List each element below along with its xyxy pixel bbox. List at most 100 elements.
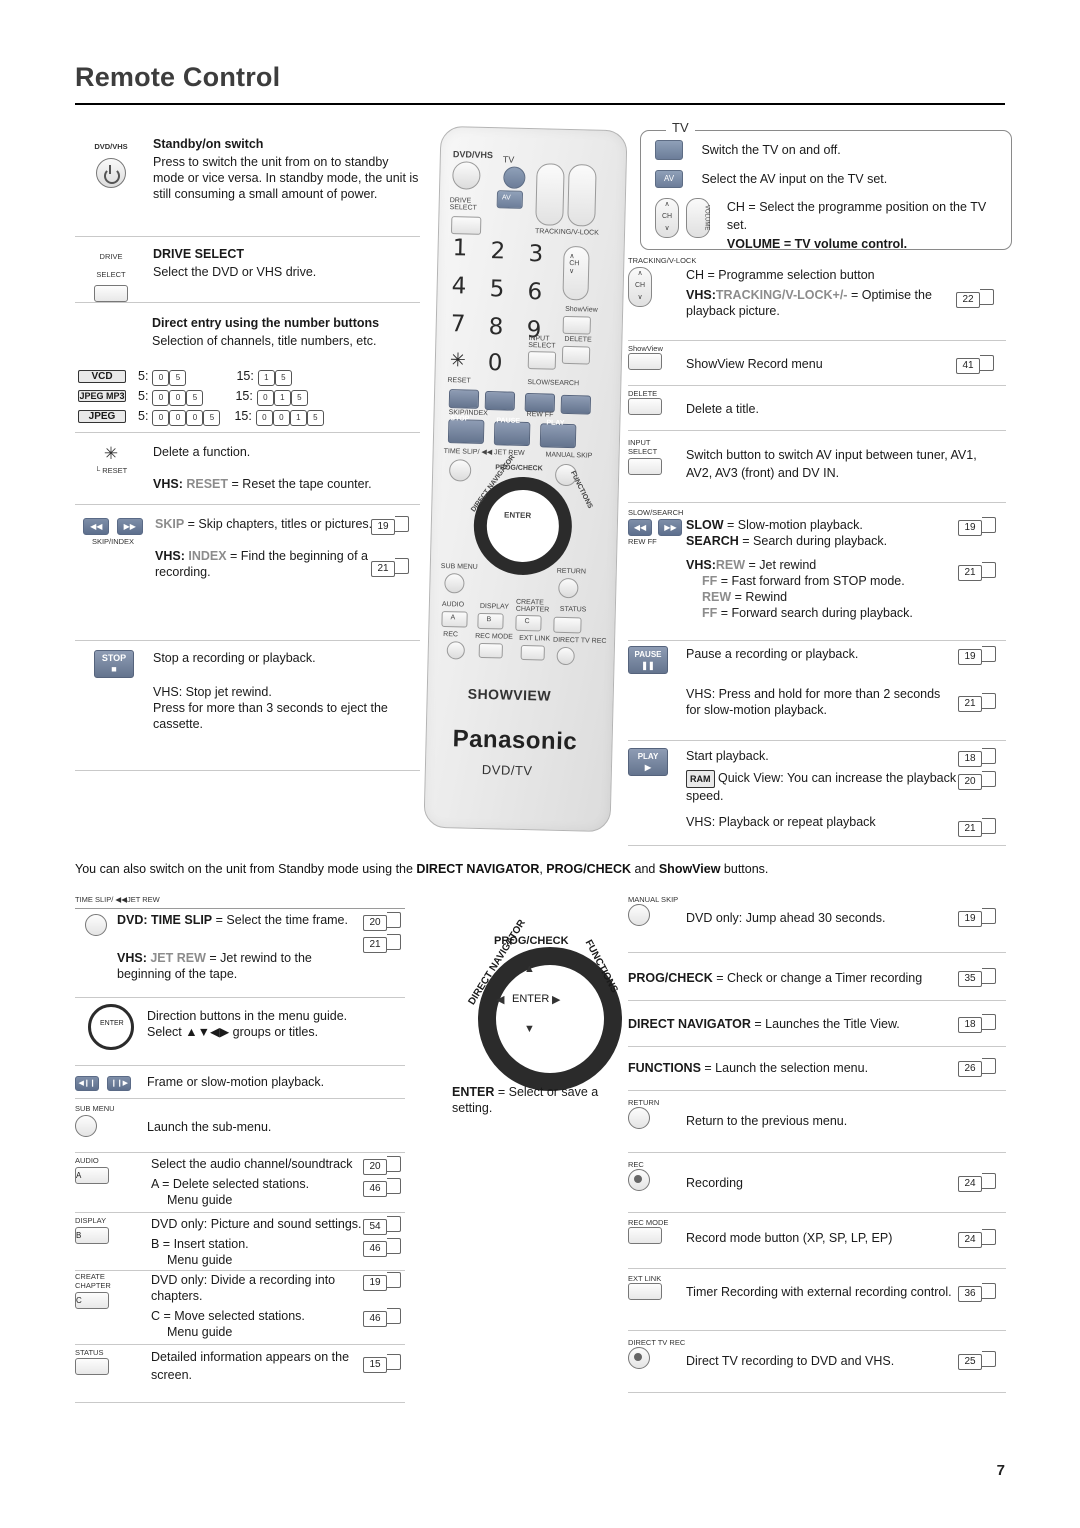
ex3-left-label: 5: [138, 409, 149, 423]
right-play-row: PLAY ▶ Start playback. RAM Quick View: Yo… [628, 748, 1006, 837]
skip-page-ref: 19 [371, 516, 409, 535]
remote-stop-button [447, 419, 485, 444]
left-drive-select-row: DRIVE SELECT DRIVE SELECT Select the DVD… [75, 246, 420, 302]
note-part-4: buttons. [720, 862, 769, 876]
vhs-reset-key: RESET [186, 477, 229, 491]
remote-drive-select-button [450, 216, 482, 235]
note-bold-3: ShowView [658, 862, 721, 876]
volume-rocker-icon: VOLUME [686, 198, 711, 238]
rec-icon-label: REC [628, 1160, 644, 1169]
ff2-key: FF [702, 606, 718, 620]
rew-rest: = Rewind [731, 590, 788, 604]
direction-pad-icon: ENTER [88, 1004, 134, 1050]
ex3-left-digits: 0005 [152, 407, 221, 426]
remote-showview-label: ShowView [565, 305, 598, 314]
play-ram-page-ref: 20 [958, 771, 996, 790]
play-ram-text: Quick View: You can increase the playbac… [686, 771, 957, 803]
remote-drive-select-label: DRIVE SELECT [449, 197, 477, 212]
status-text: Detailed information appears on the scre… [151, 1350, 350, 1382]
remote-status-label: STATUS [559, 605, 587, 614]
remote-av-label: AV [501, 194, 511, 202]
tv-section-title: TV [666, 120, 695, 135]
ram-tag: RAM [686, 770, 715, 788]
audio-page-ref: 20 [363, 1156, 401, 1175]
bottom-create-chapter-row: CREATE CHAPTER C DVD only: Divide a reco… [75, 1272, 405, 1340]
tv-av-row: AV Select the AV input on the TV set. [655, 170, 1000, 188]
rec-mode-text: Record mode button (XP, SP, LP, EP) [686, 1231, 893, 1245]
index-rest: = Find the beginning of a recording. [155, 549, 368, 579]
frame-text: Frame or slow-motion playback. [147, 1074, 325, 1089]
remote-enter-label: ENTER [504, 510, 532, 521]
delete-text: Delete a title. [686, 402, 759, 416]
manual-skip-text: DVD only: Jump ahead 30 seconds. [686, 910, 886, 925]
tv-power-icon [655, 140, 683, 160]
functions-text: = Launch the selection menu. [700, 1060, 869, 1075]
remote-skip-fwd [484, 390, 516, 411]
showview-page-ref: 41 [956, 354, 994, 374]
skip-rest: = Skip chapters, titles or pictures. [184, 517, 373, 531]
remote-rew [524, 392, 556, 413]
display-page-ref-2: 46 [363, 1238, 401, 1257]
remote-dvdvhs-label: DVD/VHS [452, 149, 494, 161]
divider [628, 1090, 1006, 1091]
bottom-display-row: DISPLAY B DVD only: Picture and sound se… [75, 1216, 405, 1268]
ff-rest: = Fast forward from STOP mode. [717, 574, 905, 588]
divider [628, 430, 1006, 431]
divider [628, 1268, 1006, 1269]
time-slip-text: = Select the time frame. [212, 913, 348, 927]
divider [75, 432, 420, 433]
remote-rec-button [446, 641, 466, 660]
return-text: Return to the previous menu. [686, 1113, 848, 1128]
drive-select-icon-label: DRIVE SELECT [96, 252, 126, 279]
time-slip-key-icon [85, 914, 107, 936]
input-select-icon-label: INPUT SELECT [628, 438, 658, 456]
direct-navigator-bold: DIRECT NAVIGATOR [628, 1016, 751, 1031]
jet-rew-page-ref: 21 [363, 934, 401, 953]
create-chapter-menu-guide: Menu guide [167, 1325, 233, 1339]
av-button-icon: AV [655, 170, 683, 188]
direction-text: Direction buttons in the menu guide. Sel… [147, 1009, 348, 1039]
rec-page-ref: 24 [958, 1173, 996, 1192]
divider [75, 504, 420, 505]
pause-vhs-text: VHS: Press and hold for more than 2 seco… [686, 687, 941, 717]
ext-link-page-ref: 36 [958, 1283, 996, 1302]
audio-page-ref-2: 46 [363, 1178, 401, 1197]
divider [75, 1098, 405, 1099]
frame-back-icon: ◀❙❙ [75, 1076, 99, 1091]
ex1-right-digits: 15 [257, 367, 292, 386]
divider [75, 1152, 405, 1153]
bottom-prog-check-row: PROG/CHECK = Check or change a Timer rec… [628, 968, 1006, 987]
remote-return-button [558, 577, 579, 599]
vhs-rew-page-ref: 21 [958, 562, 996, 581]
jet-rew-rest: = Jet rewind to the beginning of the tap… [117, 951, 312, 981]
bottom-dial-illustration: ENTER PROG/CHECK DIRECT NAVIGATOR FUNCTI… [452, 918, 622, 1091]
remote-tracking-label: TRACKING/V-LOCK [534, 228, 599, 237]
index-prefix: VHS: [155, 549, 185, 563]
remote-direct-tv-rec-label: DIRECT TV REC [552, 636, 607, 646]
remote-functions-label: FUNCTIONS [568, 470, 594, 510]
sub-menu-key-icon [75, 1115, 97, 1137]
divider [75, 908, 405, 909]
ex2-left-label: 5: [138, 389, 149, 403]
divider [628, 1000, 1006, 1001]
standby-body: Press to switch the unit from on to stan… [153, 155, 419, 201]
divider [75, 1344, 405, 1345]
prog-check-text: = Check or change a Timer recording [712, 970, 923, 985]
showview-text: ShowView Record menu [686, 357, 823, 371]
dial-enter-label: ENTER [512, 993, 550, 1005]
ff-icon: ▶▶ [658, 519, 683, 536]
pause-page-ref: 19 [958, 646, 996, 665]
display-icon-label: DISPLAY [75, 1216, 107, 1225]
ex2-right-digits: 015 [256, 387, 308, 406]
tv-volume-text: VOLUME = TV volume control. [726, 237, 908, 251]
tag-jpeg: JPEG [78, 409, 126, 423]
pause-vhs-page-ref: 21 [958, 693, 996, 712]
tag-jpeg-mp3: JPEG MP3 [78, 390, 126, 402]
bottom-direct-tv-rec-row: DIRECT TV REC Direct TV recording to DVD… [628, 1338, 1006, 1374]
remote-direct-tv-rec-button [556, 646, 575, 666]
functions-bold: FUNCTIONS [628, 1060, 701, 1075]
create-chapter-page-ref: 19 [363, 1272, 401, 1291]
page-title: Remote Control [75, 62, 281, 92]
stop-body: Stop a recording or playback. [153, 651, 316, 665]
showview-key-icon [628, 353, 662, 370]
